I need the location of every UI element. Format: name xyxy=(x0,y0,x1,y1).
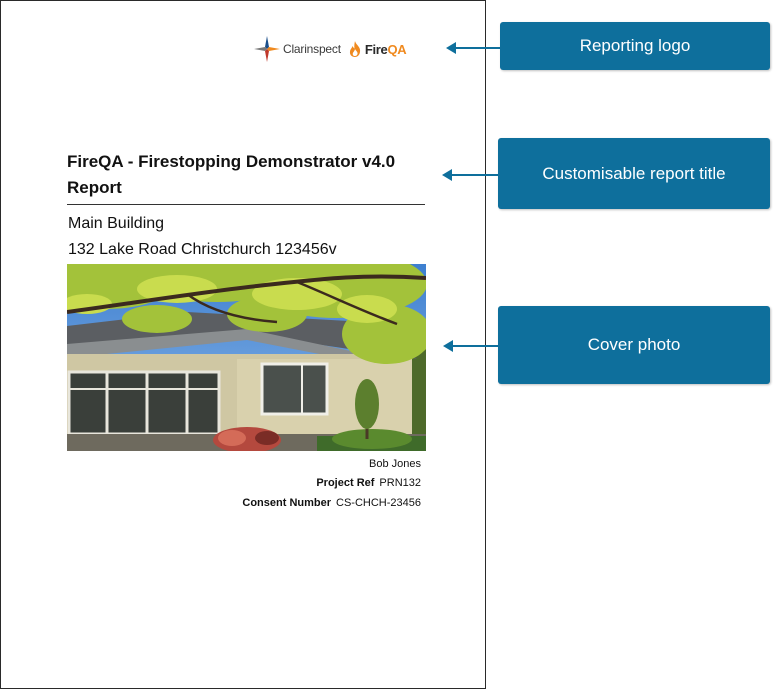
site-address: 132 Lake Road Christchurch 123456v xyxy=(68,241,337,258)
callout-report-title: Customisable report title xyxy=(498,138,770,209)
building-name: Main Building xyxy=(68,215,165,232)
reporting-logo: Clarinspect FireQA xyxy=(253,34,407,64)
project-ref-row: Project Ref PRN132 xyxy=(316,477,421,489)
flame-icon xyxy=(349,41,360,57)
title-divider xyxy=(67,204,425,205)
consent-number-row: Consent Number CS-CHCH-23456 xyxy=(242,497,421,509)
callout-reporting-logo: Reporting logo xyxy=(500,22,770,70)
report-cover-page: Clarinspect FireQA FireQA - Firestopping… xyxy=(0,0,486,689)
fireqa-wordmark: FireQA xyxy=(364,41,407,57)
cover-photo xyxy=(67,264,426,451)
report-title: FireQA - Firestopping Demonstrator v4.0 … xyxy=(67,152,396,197)
clarinspect-wordmark: Clarinspect xyxy=(283,42,341,56)
title-arrow xyxy=(442,169,498,181)
logo-arrow xyxy=(446,42,500,54)
inspector-name: Bob Jones xyxy=(369,458,421,470)
clarinspect-logo-icon xyxy=(254,36,280,62)
callout-cover-photo: Cover photo xyxy=(498,306,770,384)
photo-arrow xyxy=(443,340,498,352)
